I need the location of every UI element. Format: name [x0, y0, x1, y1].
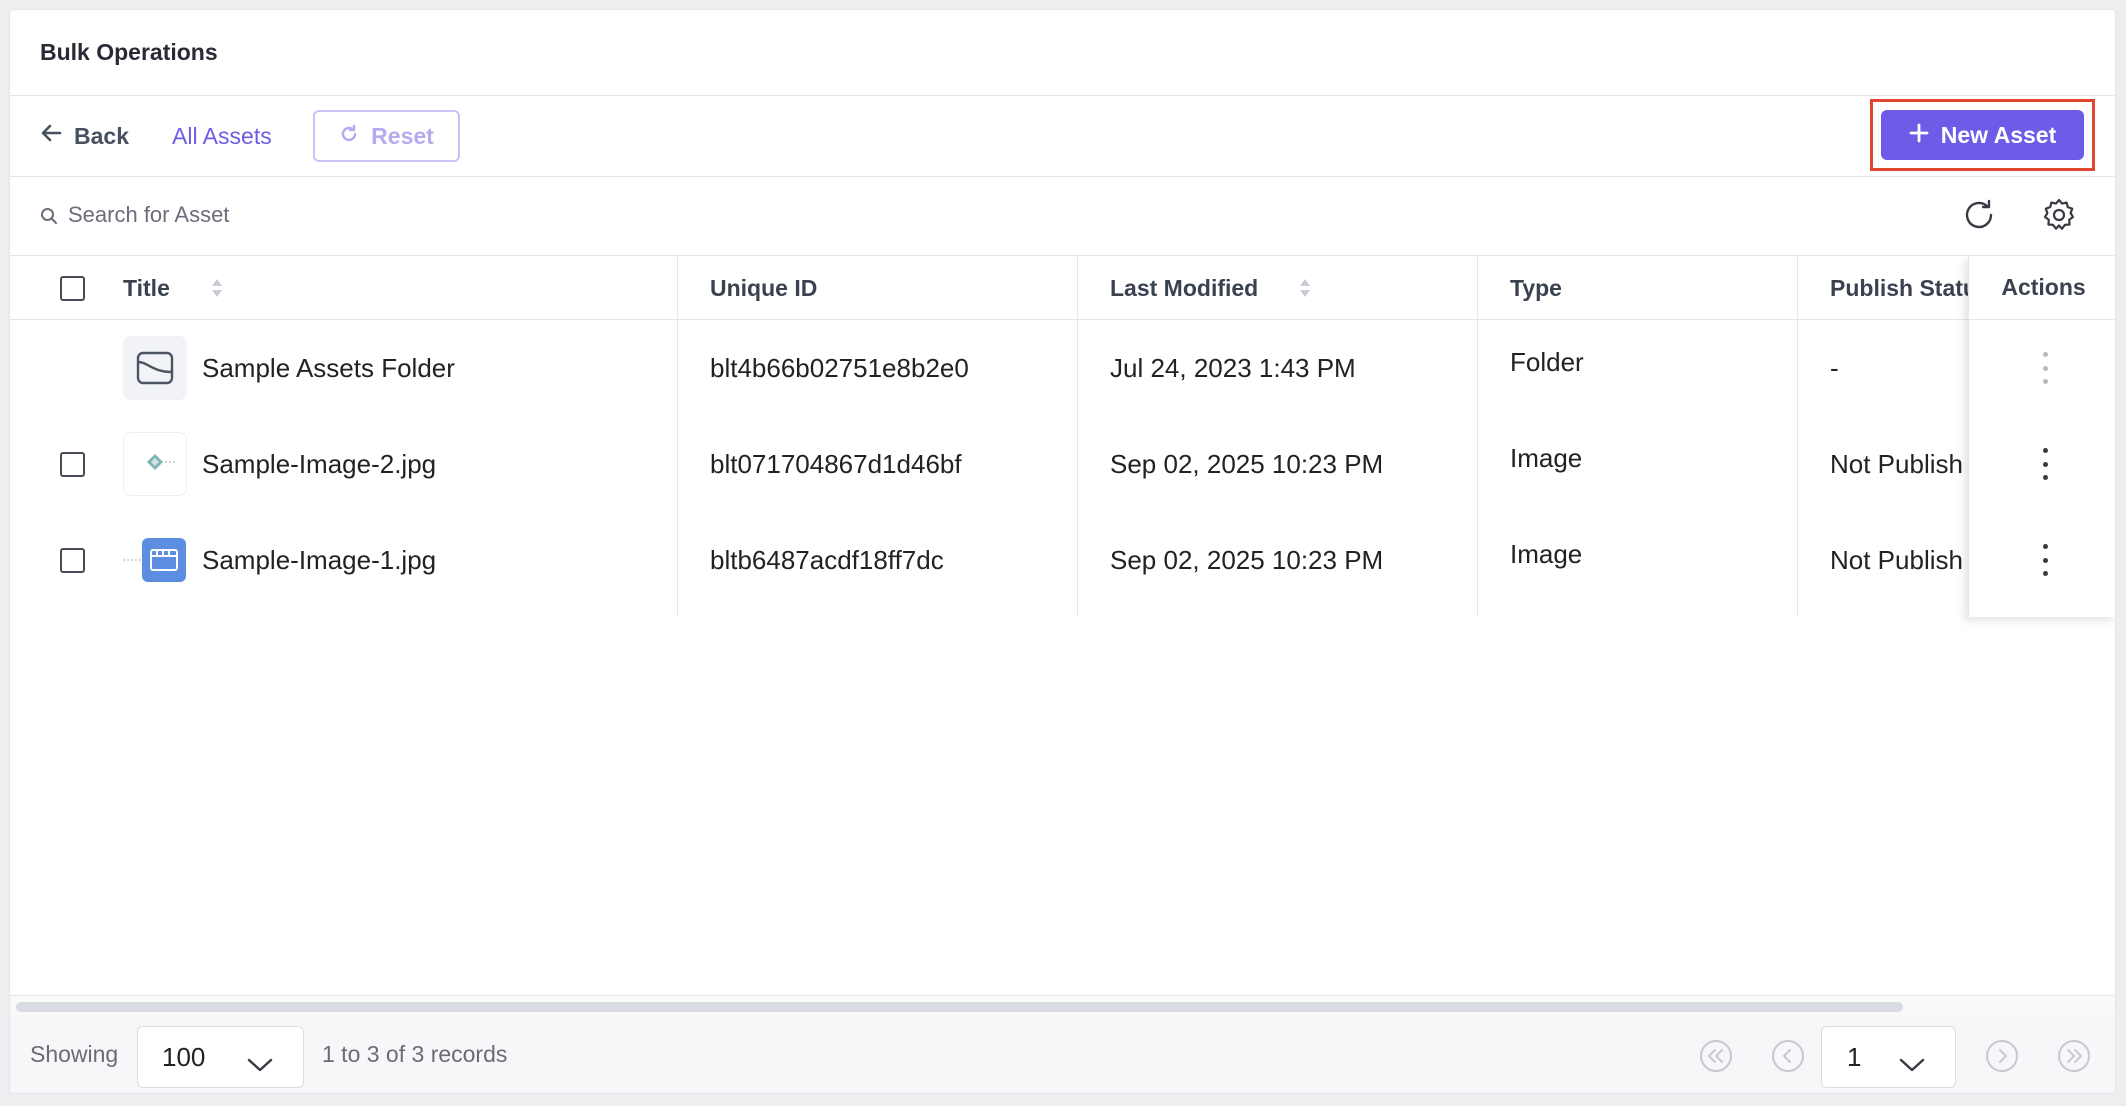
showing-label: Showing — [30, 1041, 119, 1067]
last-page-icon[interactable] — [2057, 1039, 2091, 1078]
cell-title[interactable]: Sample-Image-2.jpg — [202, 416, 436, 512]
horizontal-scrollbar[interactable] — [10, 995, 2115, 1015]
column-publish-status: Publish Statu — [1830, 274, 1970, 301]
actions-column: Actions — [1968, 256, 2115, 617]
cell-last-modified: Sep 02, 2025 10:23 PM — [1110, 448, 1384, 479]
all-assets-link[interactable]: All Assets — [172, 116, 272, 156]
bulk-operations-panel: Bulk Operations Back All Assets Reset Ne… — [9, 9, 2116, 1094]
gear-icon[interactable] — [2041, 197, 2077, 238]
cell-type: Image — [1510, 538, 1583, 569]
page-number-select[interactable]: 1 — [1821, 1026, 1956, 1088]
new-asset-highlight: New Asset — [1870, 99, 2095, 171]
cell-type: Image — [1510, 442, 1583, 473]
cell-unique-id: blt071704867d1d46bf — [710, 448, 962, 479]
new-asset-label: New Asset — [1940, 121, 2057, 148]
cell-type: Folder — [1510, 346, 1584, 377]
column-actions: Actions — [1969, 256, 2115, 320]
chevron-down-icon — [1899, 1049, 1925, 1080]
cell-publish-status: Not Publish — [1830, 448, 1963, 479]
image-thumbnail — [123, 528, 187, 592]
page-size-value: 100 — [162, 1041, 206, 1072]
scrollbar-thumb[interactable] — [16, 1002, 1903, 1012]
table-row[interactable]: Sample Assets Folder blt4b66b02751e8b2e0… — [10, 320, 1970, 416]
records-count: 1 to 3 of 3 records — [322, 1041, 508, 1067]
refresh-icon[interactable] — [1962, 198, 1996, 237]
sort-icon[interactable] — [210, 277, 224, 299]
page-title: Bulk Operations — [40, 39, 218, 65]
more-options-icon[interactable] — [2035, 540, 2055, 580]
cell-publish-status: - — [1830, 352, 1839, 383]
select-all-checkbox[interactable] — [60, 276, 85, 301]
table-header: Title Unique ID Last Modified Type Publi… — [10, 256, 2115, 320]
back-button[interactable]: Back — [40, 116, 129, 156]
image-thumbnail — [123, 432, 187, 496]
cell-title[interactable]: Sample Assets Folder — [202, 320, 455, 416]
search-bar — [10, 177, 2115, 256]
page-size-select[interactable]: 100 — [137, 1026, 304, 1088]
chevron-down-icon — [247, 1049, 273, 1080]
column-type: Type — [1510, 274, 1562, 301]
previous-page-icon[interactable] — [1771, 1039, 1805, 1078]
current-page-value: 1 — [1847, 1041, 1862, 1072]
more-options-icon[interactable] — [2035, 348, 2055, 388]
column-unique-id: Unique ID — [710, 274, 818, 301]
column-last-modified[interactable]: Last Modified — [1110, 256, 1312, 320]
reset-button[interactable]: Reset — [313, 110, 460, 162]
next-page-icon[interactable] — [1985, 1039, 2019, 1078]
sort-icon[interactable] — [1298, 277, 1312, 299]
reset-icon — [339, 123, 359, 150]
back-label: Back — [74, 122, 129, 149]
cell-unique-id: bltb6487acdf18ff7dc — [710, 544, 944, 575]
row-checkbox[interactable] — [60, 452, 85, 477]
cell-title[interactable]: Sample-Image-1.jpg — [202, 512, 436, 608]
first-page-icon[interactable] — [1699, 1039, 1733, 1078]
plus-icon — [1909, 122, 1929, 149]
arrow-left-icon — [40, 122, 62, 150]
more-options-icon[interactable] — [2035, 444, 2055, 484]
reset-label: Reset — [371, 122, 434, 149]
cell-last-modified: Jul 24, 2023 1:43 PM — [1110, 352, 1356, 383]
pagination-footer: Showing 100 1 to 3 of 3 records 1 — [10, 1015, 2115, 1093]
cell-unique-id: blt4b66b02751e8b2e0 — [710, 352, 969, 383]
column-title[interactable]: Title — [123, 256, 224, 320]
search-icon — [40, 207, 58, 230]
cell-publish-status: Not Publish — [1830, 544, 1963, 575]
table-row[interactable]: Sample-Image-2.jpg blt071704867d1d46bf S… — [10, 416, 1970, 512]
new-asset-button[interactable]: New Asset — [1881, 110, 2084, 160]
search-input[interactable] — [68, 195, 868, 235]
panel-header: Bulk Operations — [10, 10, 2115, 96]
cell-last-modified: Sep 02, 2025 10:23 PM — [1110, 544, 1384, 575]
toolbar: Back All Assets Reset New Asset — [10, 96, 2115, 177]
table-row[interactable]: Sample-Image-1.jpg bltb6487acdf18ff7dc S… — [10, 512, 1970, 608]
row-checkbox[interactable] — [60, 548, 85, 573]
folder-icon — [123, 336, 187, 400]
